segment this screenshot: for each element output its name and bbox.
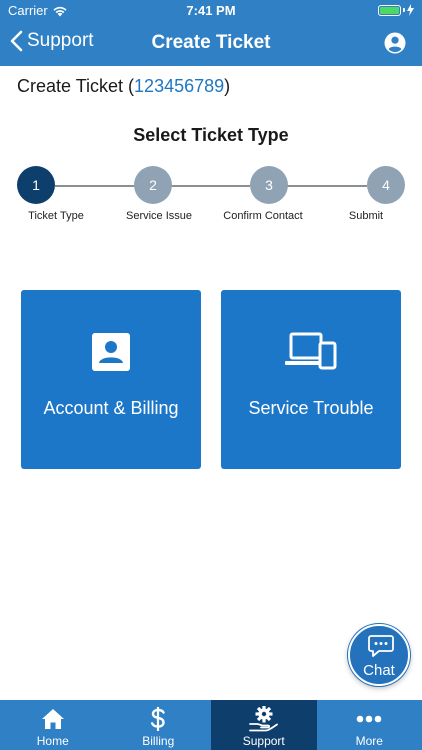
ticket-heading-suffix: ) <box>224 76 231 96</box>
step-connector <box>287 185 367 187</box>
home-icon <box>41 709 64 729</box>
tab-support[interactable]: Support <box>211 700 317 750</box>
service-trouble-label: Service Trouble <box>248 398 374 418</box>
account-card-icon <box>92 333 130 371</box>
tab-billing-label: Billing <box>142 734 175 748</box>
account-billing-tile[interactable]: Account & Billing <box>21 290 201 469</box>
chat-bubble-icon <box>368 635 394 657</box>
tile-icon-wrap <box>21 332 201 372</box>
battery-icon <box>378 4 401 16</box>
tab-icon-wrap <box>317 707 422 731</box>
chevron-left-icon <box>10 30 23 52</box>
tab-bar: Home Billing Support More <box>0 700 422 750</box>
step-2-circle: 2 <box>134 166 172 204</box>
tab-more-label: More <box>355 734 383 748</box>
step-4-circle: 4 <box>367 166 405 204</box>
back-label: Support <box>27 30 94 51</box>
ticket-id: 123456789 <box>134 76 225 96</box>
tab-icon-wrap <box>106 707 212 731</box>
tab-icon-wrap <box>211 706 317 732</box>
step-2-label: Service Issue <box>125 210 193 222</box>
header-bar: Carrier 7:41 PM Support Create Ticket <box>0 0 422 66</box>
tab-icon-wrap <box>0 707 106 731</box>
status-bar: Carrier 7:41 PM <box>0 0 422 22</box>
tab-billing[interactable]: Billing <box>106 700 212 750</box>
dollar-icon <box>151 707 165 731</box>
battery-indicator <box>378 4 414 16</box>
tab-more[interactable]: More <box>317 700 422 750</box>
devices-icon <box>285 332 337 370</box>
chat-label: Chat <box>363 662 395 679</box>
step-3-label: Confirm Contact <box>223 210 303 222</box>
tab-home[interactable]: Home <box>0 700 106 750</box>
ticket-heading-prefix: Create Ticket ( <box>17 76 135 96</box>
step-connector <box>55 185 135 187</box>
tile-icon-wrap <box>221 332 401 370</box>
nav-bar: Support Create Ticket <box>0 22 422 66</box>
step-1-circle: 1 <box>17 166 55 204</box>
ticket-heading: Create Ticket (123456789) <box>17 76 230 97</box>
profile-icon[interactable] <box>384 32 406 54</box>
account-billing-label: Account & Billing <box>43 398 179 418</box>
step-connector <box>171 185 250 187</box>
charging-bolt-icon <box>407 4 414 16</box>
status-time: 7:41 PM <box>186 3 236 18</box>
progress-stepper: 1 2 3 4 Ticket Type Service Issue Confir… <box>0 166 422 226</box>
step-4-label: Submit <box>348 210 384 222</box>
more-dots-icon <box>356 715 382 723</box>
back-button[interactable]: Support <box>10 30 94 52</box>
step-1-label: Ticket Type <box>28 210 84 222</box>
step-3-circle: 3 <box>250 166 288 204</box>
section-title: Select Ticket Type <box>133 125 289 145</box>
chat-button[interactable]: Chat <box>348 624 410 686</box>
tab-support-label: Support <box>242 734 285 748</box>
support-gear-hand-icon <box>248 706 278 732</box>
tab-home-label: Home <box>36 734 69 748</box>
service-trouble-tile[interactable]: Service Trouble <box>221 290 401 469</box>
